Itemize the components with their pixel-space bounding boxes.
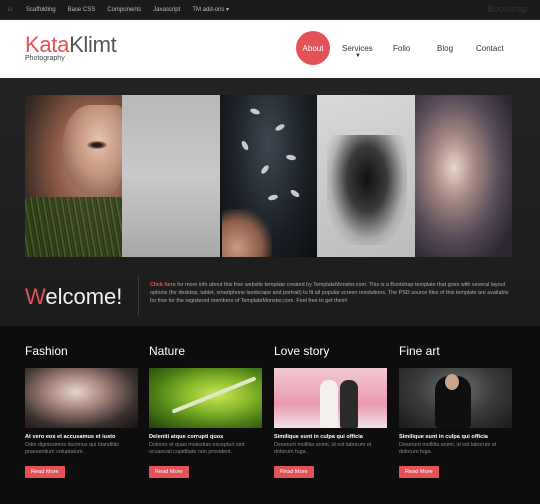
- intro-text: Click here for more info about this free…: [150, 281, 512, 305]
- topbar-link-scaffolding[interactable]: Scaffolding: [26, 7, 56, 13]
- topbar-link-javascript[interactable]: Javascript: [153, 7, 180, 13]
- thumb-love-story[interactable]: [274, 368, 387, 428]
- column-title: At vero eos et accusamus et iusto: [25, 434, 116, 440]
- feather-shape: [259, 164, 270, 175]
- thumb-fashion[interactable]: [25, 368, 138, 428]
- column-heading: Fine art: [399, 344, 440, 358]
- nav-blog[interactable]: Blog: [437, 44, 453, 53]
- read-more-button[interactable]: Read More: [274, 466, 314, 478]
- feather-shape: [285, 154, 297, 161]
- hero-photo-veil[interactable]: [317, 95, 415, 257]
- chevron-down-icon: ▼: [355, 53, 361, 59]
- read-more-button[interactable]: Read More: [149, 466, 189, 478]
- site-logo[interactable]: KataKlimt Photography: [25, 32, 117, 63]
- column-desc: Odio dignissimos ducimus qui blanditiis …: [25, 442, 119, 455]
- welcome-rest: elcome!: [45, 284, 123, 309]
- welcome-heading: Welcome!: [25, 284, 122, 310]
- column-fine-art: Fine art Similique sunt in culpa qui off…: [399, 344, 512, 478]
- feather-shape: [249, 107, 261, 116]
- read-more-button[interactable]: Read More: [25, 466, 65, 478]
- thumb-nature[interactable]: [149, 368, 262, 428]
- read-more-button[interactable]: Read More: [399, 466, 439, 478]
- veil-shape: [327, 135, 408, 245]
- top-bar: ⌂ Scaffolding Base CSS Components Javasc…: [0, 0, 540, 20]
- topbar-link-components[interactable]: Components: [107, 7, 141, 13]
- column-desc: Deserunt mollitia animi, id est laborum …: [399, 442, 497, 455]
- hero-section: Welcome! Click here for more info about …: [0, 78, 540, 326]
- nav-contact[interactable]: Contact: [476, 44, 504, 53]
- feather-shape: [274, 122, 286, 133]
- nav-folio[interactable]: Folio: [393, 44, 410, 53]
- column-desc: Deserunt mollitia animi, id est laborum …: [274, 442, 372, 455]
- column-heading: Fashion: [25, 344, 68, 358]
- column-heading: Love story: [274, 344, 330, 358]
- hero-photo-face[interactable]: [25, 95, 123, 257]
- click-here-link[interactable]: Click here: [150, 282, 176, 288]
- nav-about[interactable]: About: [296, 31, 330, 65]
- grass-shape: [25, 197, 123, 257]
- column-fashion: Fashion At vero eos et accusamus et iust…: [25, 344, 138, 478]
- hero-photo-feathers[interactable]: [219, 95, 318, 257]
- welcome-first-letter: W: [25, 284, 46, 309]
- column-nature: Nature Deleniti atque corrupti quos Dolo…: [149, 344, 262, 478]
- photo-strip: [25, 95, 512, 257]
- hand-shape: [221, 209, 272, 257]
- logo-second: Klimt: [69, 32, 117, 57]
- column-title: Deleniti atque corrupti quos: [149, 434, 224, 440]
- feather-shape: [240, 139, 250, 152]
- column-love-story: Love story Similique sunt in culpa qui o…: [274, 344, 387, 478]
- eye-shape: [87, 141, 107, 149]
- face-shape: [63, 105, 123, 195]
- head-shape: [445, 374, 459, 390]
- topbar-link-base-css[interactable]: Base CSS: [68, 7, 96, 13]
- hero-photo-clouds[interactable]: [414, 95, 512, 257]
- intro-body: for more info about this free website te…: [150, 282, 509, 304]
- groom-shape: [340, 380, 358, 428]
- logo-first: Kata: [25, 32, 70, 57]
- blade-shape: [171, 376, 257, 414]
- thumb-fine-art[interactable]: [399, 368, 512, 428]
- home-icon[interactable]: ⌂: [0, 6, 20, 13]
- welcome-divider: [138, 276, 139, 316]
- topbar-link-tm-addons[interactable]: TM add-ons ▾: [192, 6, 229, 13]
- content-section: Fashion At vero eos et accusamus et iust…: [0, 326, 540, 504]
- hero-photo-grey[interactable]: [122, 95, 220, 257]
- feather-shape: [289, 188, 301, 199]
- nav-services[interactable]: Services: [342, 44, 373, 53]
- bride-shape: [320, 380, 338, 428]
- column-title: Similique sunt in culpa qui officia: [399, 434, 488, 440]
- column-desc: Dolores et quas molestias excepturi sint…: [149, 442, 245, 455]
- site-header: KataKlimt Photography About Services ▼ F…: [0, 20, 540, 78]
- column-title: Similique sunt in culpa qui officia: [274, 434, 363, 440]
- column-heading: Nature: [149, 344, 186, 358]
- bootstrap-brand[interactable]: Bootstrap: [488, 4, 528, 14]
- feather-shape: [267, 193, 279, 202]
